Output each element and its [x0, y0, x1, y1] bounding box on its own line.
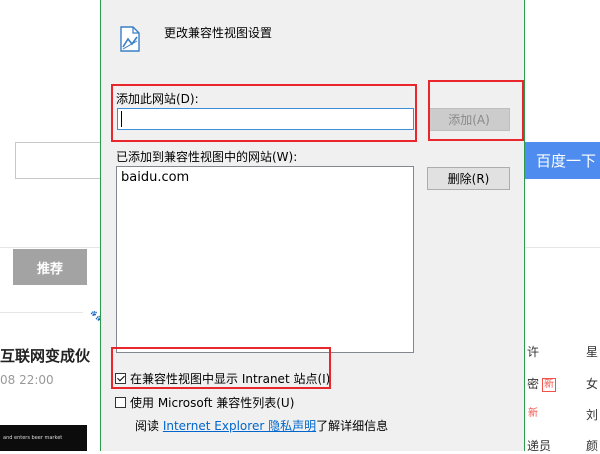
- dialog-title: 更改兼容性视图设置: [164, 26, 273, 40]
- background-news-time: 08 22:00: [0, 373, 54, 387]
- background-tab-recommend[interactable]: 推荐: [13, 249, 87, 285]
- background-search-button[interactable]: 百度一下: [525, 142, 600, 179]
- background-divider: [0, 247, 100, 248]
- compatibility-view-icon: [120, 26, 140, 52]
- highlight-box-intranet: [111, 347, 331, 389]
- privacy-prefix: 阅读: [135, 419, 163, 433]
- hot-list-item[interactable]: 递员: [527, 437, 551, 454]
- ms-list-checkbox[interactable]: [115, 397, 126, 408]
- thumbnail-caption: and enters beer market: [3, 435, 63, 441]
- hot-list-item[interactable]: 新: [527, 406, 539, 420]
- new-badge: 新: [528, 407, 538, 419]
- highlight-box-add-button: [428, 80, 524, 141]
- hot-list-item[interactable]: 密新: [527, 375, 557, 392]
- hot-list-item[interactable]: 女: [586, 375, 598, 392]
- highlight-box-add-site: [111, 84, 417, 142]
- background-divider: [525, 247, 600, 248]
- added-sites-label: 已添加到兼容性视图中的网站(W):: [116, 150, 298, 164]
- new-badge: 新: [542, 377, 557, 392]
- hot-list-item[interactable]: 颜: [586, 437, 598, 454]
- hot-list-item[interactable]: 星: [586, 343, 598, 360]
- hot-list-item[interactable]: 许: [527, 343, 539, 360]
- remove-button[interactable]: 删除(R): [427, 167, 510, 190]
- ms-list-checkbox-label: 使用 Microsoft 兼容性列表(U): [130, 396, 295, 410]
- list-item[interactable]: baidu.com: [121, 170, 189, 185]
- background-news-title[interactable]: 互联网变成伙: [0, 345, 90, 366]
- background-news-thumbnail[interactable]: and enters beer market: [0, 425, 87, 451]
- ms-list-checkbox-row[interactable]: 使用 Microsoft 兼容性列表(U): [115, 394, 294, 411]
- hot-list-item[interactable]: 刘: [586, 406, 598, 423]
- background-search-input[interactable]: [15, 142, 100, 179]
- background-divider: [0, 312, 83, 313]
- privacy-statement-link[interactable]: Internet Explorer 隐私声明: [163, 419, 316, 433]
- added-sites-list[interactable]: baidu.com: [116, 166, 414, 353]
- privacy-suffix: 了解详细信息: [316, 419, 389, 433]
- privacy-notice: 阅读 Internet Explorer 隐私声明了解详细信息: [135, 417, 388, 434]
